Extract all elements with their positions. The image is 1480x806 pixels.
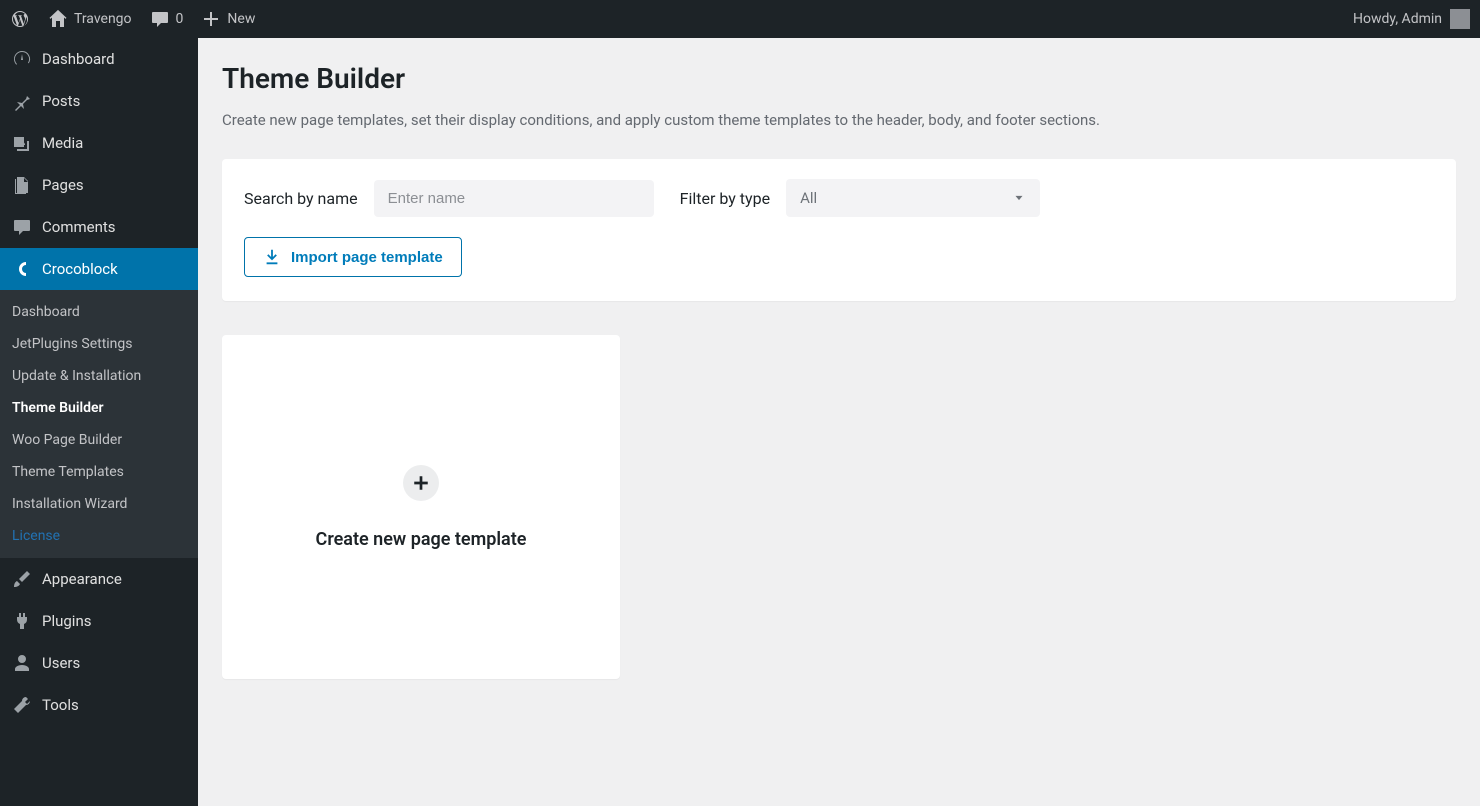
admin-sidebar: Dashboard Posts Media Pages Comments Cro… xyxy=(0,38,198,806)
account-link[interactable]: Howdy, Admin xyxy=(1353,9,1470,29)
sidebar-submenu: Dashboard JetPlugins Settings Update & I… xyxy=(0,290,198,558)
sidebar-item-label: Tools xyxy=(42,696,79,714)
sidebar-item-appearance[interactable]: Appearance xyxy=(0,558,198,600)
sidebar-item-label: Dashboard xyxy=(42,50,115,68)
user-icon xyxy=(12,653,32,673)
comments-link[interactable]: 0 xyxy=(150,9,184,29)
plus-icon xyxy=(201,9,221,29)
submenu-item-theme-builder[interactable]: Theme Builder xyxy=(0,392,198,424)
home-icon xyxy=(48,9,68,29)
croco-icon xyxy=(12,259,32,279)
import-template-button[interactable]: Import page template xyxy=(244,237,462,277)
pin-icon xyxy=(12,91,32,111)
plus-circle xyxy=(403,465,439,501)
sidebar-item-pages[interactable]: Pages xyxy=(0,164,198,206)
media-icon xyxy=(12,133,32,153)
site-name: Travengo xyxy=(74,11,132,27)
plug-icon xyxy=(12,611,32,631)
wordpress-icon xyxy=(10,9,30,29)
main-content: Theme Builder Create new page templates,… xyxy=(198,38,1480,806)
greeting: Howdy, Admin xyxy=(1353,11,1442,27)
submenu-item-woo[interactable]: Woo Page Builder xyxy=(0,424,198,456)
plus-icon xyxy=(412,474,430,492)
sidebar-item-media[interactable]: Media xyxy=(0,122,198,164)
new-label: New xyxy=(227,11,255,27)
wrench-icon xyxy=(12,695,32,715)
sidebar-item-users[interactable]: Users xyxy=(0,642,198,684)
new-content-link[interactable]: New xyxy=(201,9,255,29)
sidebar-item-label: Posts xyxy=(42,92,80,110)
type-select-value: All xyxy=(800,189,817,207)
brush-icon xyxy=(12,569,32,589)
dashboard-icon xyxy=(12,49,32,69)
sidebar-item-comments[interactable]: Comments xyxy=(0,206,198,248)
import-button-label: Import page template xyxy=(291,249,443,266)
sidebar-item-dashboard[interactable]: Dashboard xyxy=(0,38,198,80)
avatar xyxy=(1450,9,1470,29)
sidebar-item-label: Crocoblock xyxy=(42,260,118,278)
admin-toolbar: Travengo 0 New Howdy, Admin xyxy=(0,0,1480,38)
sidebar-item-posts[interactable]: Posts xyxy=(0,80,198,122)
submenu-item-jetplugins[interactable]: JetPlugins Settings xyxy=(0,328,198,360)
sidebar-item-label: Users xyxy=(42,654,80,672)
sidebar-item-crocoblock[interactable]: Crocoblock xyxy=(0,248,198,290)
sidebar-item-label: Plugins xyxy=(42,612,91,630)
pages-icon xyxy=(12,175,32,195)
comment-icon xyxy=(150,9,170,29)
submenu-item-license[interactable]: License xyxy=(0,520,198,552)
type-label: Filter by type xyxy=(680,189,770,208)
search-label: Search by name xyxy=(244,189,358,208)
chevron-down-icon xyxy=(1012,191,1026,205)
sidebar-item-label: Pages xyxy=(42,176,84,194)
submenu-item-wizard[interactable]: Installation Wizard xyxy=(0,488,198,520)
submenu-item-dashboard[interactable]: Dashboard xyxy=(0,296,198,328)
submenu-item-update[interactable]: Update & Installation xyxy=(0,360,198,392)
sidebar-item-label: Media xyxy=(42,134,83,152)
sidebar-item-plugins[interactable]: Plugins xyxy=(0,600,198,642)
page-description: Create new page templates, set their dis… xyxy=(222,111,1456,129)
comments-count: 0 xyxy=(176,11,184,27)
download-icon xyxy=(263,248,281,266)
comment-icon xyxy=(12,217,32,237)
create-template-card[interactable]: Create new page template xyxy=(222,335,620,679)
sidebar-item-label: Comments xyxy=(42,218,116,236)
search-input[interactable] xyxy=(374,180,654,217)
submenu-item-theme-templates[interactable]: Theme Templates xyxy=(0,456,198,488)
sidebar-item-label: Appearance xyxy=(42,570,122,588)
wp-logo[interactable] xyxy=(10,9,30,29)
create-template-label: Create new page template xyxy=(316,529,527,550)
page-title: Theme Builder xyxy=(222,62,1456,95)
type-select[interactable]: All xyxy=(786,179,1040,217)
sidebar-item-tools[interactable]: Tools xyxy=(0,684,198,726)
filters-panel: Search by name Filter by type All Import… xyxy=(222,159,1456,301)
site-link[interactable]: Travengo xyxy=(48,9,132,29)
